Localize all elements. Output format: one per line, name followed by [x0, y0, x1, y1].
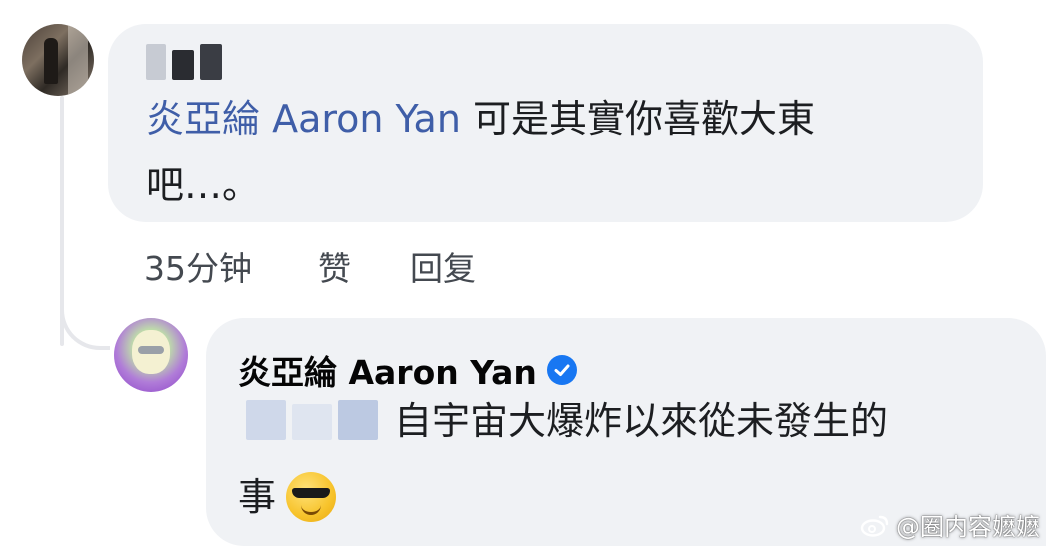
censored-commenter-name[interactable] [146, 44, 222, 80]
reply-text-line-2: 事 [238, 472, 337, 522]
avatar-photo-figure [44, 38, 58, 84]
comment-text: 可是其實你喜歡大東 [473, 97, 816, 141]
comment-text-line-2: 吧…。 [146, 163, 261, 207]
reply-author-avatar[interactable] [114, 318, 188, 392]
watermark: @圈内容嬷嬷 [860, 507, 1040, 542]
comment-text-line-1: 炎亞綸 Aaron Yan 可是其實你喜歡大東 [146, 100, 815, 138]
watermark-text: @圈内容嬷嬷 [896, 513, 1040, 541]
reply-text-line-1: 自宇宙大爆炸以來從未發生的 [394, 399, 889, 443]
smiling-face-with-sunglasses-icon [286, 472, 337, 522]
mention-link[interactable]: 炎亞綸 Aaron Yan [146, 97, 461, 141]
commenter-avatar[interactable] [22, 24, 94, 96]
avatar-eyes [138, 346, 164, 354]
thread-connector-curve [60, 300, 110, 350]
reply-button[interactable]: 回复 [410, 242, 476, 290]
censored-mention[interactable] [246, 400, 378, 440]
like-button[interactable]: 赞 [318, 242, 351, 290]
reply-author: 炎亞綸 Aaron Yan [238, 346, 577, 394]
avatar-photo-background [68, 24, 88, 96]
reply-author-name[interactable]: 炎亞綸 Aaron Yan [238, 346, 537, 394]
verified-badge-icon [546, 355, 577, 385]
reply-text: 事 [238, 475, 277, 519]
comment-timestamp[interactable]: 35分钟 [144, 242, 252, 290]
weibo-logo-icon [860, 515, 889, 537]
